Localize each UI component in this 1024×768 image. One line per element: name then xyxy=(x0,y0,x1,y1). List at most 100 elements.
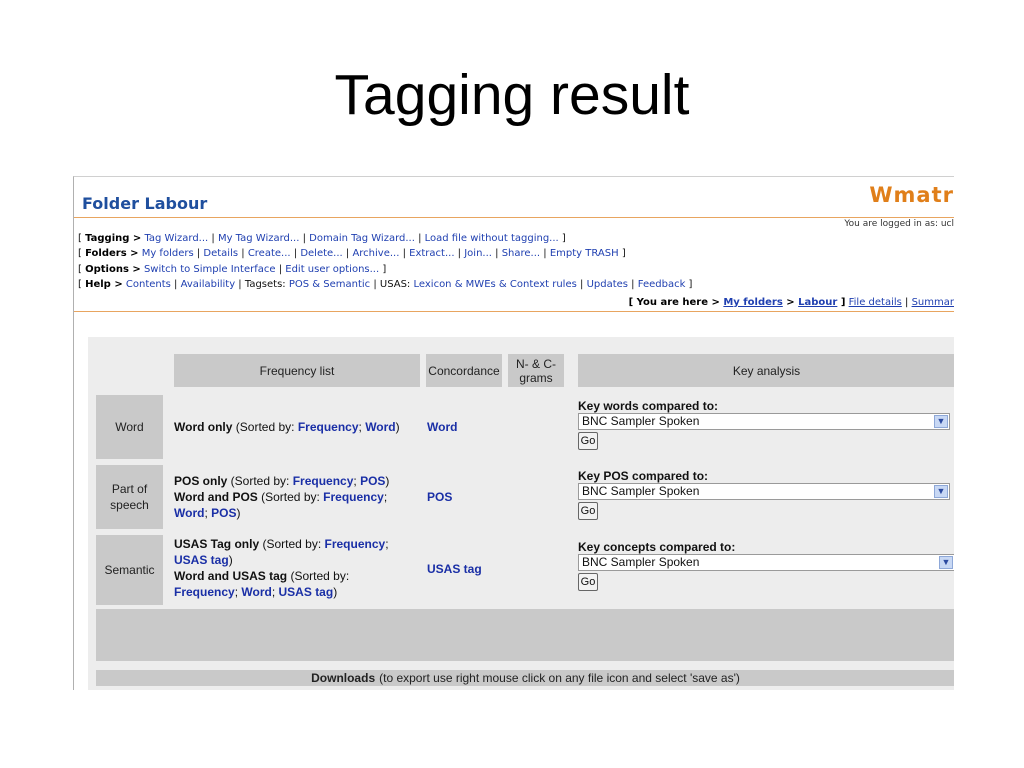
key-words-go-button[interactable]: Go xyxy=(578,432,598,450)
key-pos-label: Key POS compared to: xyxy=(578,469,709,483)
key-concepts-select[interactable]: BNC Sampler Spoken ▼ xyxy=(578,554,954,571)
freq-usas-tag-only[interactable]: USAS Tag only xyxy=(174,537,259,551)
freq-pos-line2: Word and POS (Sorted by: Frequency; Word… xyxy=(174,489,424,521)
menu-label-options: Options > xyxy=(85,263,141,275)
row-label-semantic: Semantic xyxy=(96,535,163,605)
breadcrumb-summary[interactable]: Summar xyxy=(912,297,954,308)
breadcrumb-sep: > xyxy=(786,297,795,308)
freq-semantic-cell: USAS Tag only (Sorted by: Frequency; USAS… xyxy=(174,536,424,600)
row-label-word: Word xyxy=(96,395,163,459)
freq-pos-only[interactable]: POS only xyxy=(174,474,227,488)
freq-word-and-pos[interactable]: Word and POS xyxy=(174,490,258,504)
key-pos-go-button[interactable]: Go xyxy=(578,502,598,520)
header-frequency-list: Frequency list xyxy=(174,354,420,387)
menu-tagsets[interactable]: POS & Semantic xyxy=(289,279,370,290)
menu-switch-interface[interactable]: Switch to Simple Interface xyxy=(144,264,276,275)
link-pos-frequency[interactable]: Frequency xyxy=(293,474,354,488)
freq-word-and-usas-tag[interactable]: Word and USAS tag xyxy=(174,569,287,583)
link-word-frequency[interactable]: Frequency xyxy=(298,420,359,434)
menu-usas[interactable]: Lexicon & MWEs & Context rules xyxy=(414,279,577,290)
sorted-by-text: (Sorted by: xyxy=(257,490,324,504)
tagsets-label: Tagsets: xyxy=(244,278,286,290)
link-wpos-pos[interactable]: POS xyxy=(211,506,236,520)
link-sem-frequency[interactable]: Frequency xyxy=(325,537,386,551)
menu-edit-user-options[interactable]: Edit user options... xyxy=(285,264,379,275)
link-sem-usas-tag[interactable]: USAS tag xyxy=(174,553,229,567)
menu-feedback[interactable]: Feedback xyxy=(638,279,686,290)
menu-share[interactable]: Share... xyxy=(502,248,540,259)
row-label-part-of-speech: Part of speech xyxy=(96,465,163,529)
main-menu: [ Tagging > Tag Wizard... | My Tag Wizar… xyxy=(78,231,692,292)
menu-delete[interactable]: Delete... xyxy=(300,248,342,259)
menu-divider xyxy=(74,311,954,312)
key-words-select[interactable]: BNC Sampler Spoken ▼ xyxy=(578,413,950,430)
sorted-by-text: (Sorted by: xyxy=(232,420,298,434)
menu-join[interactable]: Join... xyxy=(464,248,492,259)
menu-my-folders[interactable]: My folders xyxy=(142,248,194,259)
sorted-by-text: (Sorted by: xyxy=(259,537,325,551)
freq-sem-line2: Word and USAS tag (Sorted by: Frequency; … xyxy=(174,568,424,600)
separator: ; xyxy=(234,585,239,599)
breadcrumb-file-details[interactable]: File details xyxy=(849,297,902,308)
key-concepts-go-button[interactable]: Go xyxy=(578,573,598,591)
menu-my-tag-wizard[interactable]: My Tag Wizard... xyxy=(218,233,299,244)
menu-details[interactable]: Details xyxy=(203,248,238,259)
concordance-pos-link[interactable]: POS xyxy=(427,489,452,505)
menu-availability[interactable]: Availability xyxy=(181,279,236,290)
breadcrumb: [ You are here > My folders > Labour ] F… xyxy=(628,297,954,308)
freq-sem-line1: USAS Tag only (Sorted by: Frequency; USAS… xyxy=(174,536,424,568)
chevron-down-icon[interactable]: ▼ xyxy=(934,415,948,428)
close-paren: ) xyxy=(228,553,233,567)
menu-tag-wizard[interactable]: Tag Wizard... xyxy=(144,233,208,244)
freq-word-only[interactable]: Word only xyxy=(174,420,232,434)
close-paren: ) xyxy=(236,506,241,520)
link-pos-pos[interactable]: POS xyxy=(360,474,385,488)
key-concepts-label: Key concepts compared to: xyxy=(578,540,736,554)
slide-title: Tagging result xyxy=(334,63,690,127)
menu-line-options: [ Options > Switch to Simple Interface |… xyxy=(78,263,387,275)
menu-create[interactable]: Create... xyxy=(248,248,291,259)
concordance-usas-link[interactable]: USAS tag xyxy=(427,561,482,577)
key-pos-select[interactable]: BNC Sampler Spoken ▼ xyxy=(578,483,950,500)
folder-title: Folder Labour xyxy=(82,194,208,213)
close-paren: ) xyxy=(333,585,338,599)
select-value: BNC Sampler Spoken xyxy=(582,484,700,498)
breadcrumb-prefix: You are here > xyxy=(636,297,720,308)
menu-contents[interactable]: Contents xyxy=(126,279,171,290)
breadcrumb-labour[interactable]: Labour xyxy=(798,297,837,308)
select-value: BNC Sampler Spoken xyxy=(582,414,700,428)
downloads-label: Downloads xyxy=(311,671,376,685)
menu-domain-tag-wizard[interactable]: Domain Tag Wizard... xyxy=(309,233,415,244)
menu-empty-trash[interactable]: Empty TRASH xyxy=(550,248,619,259)
link-wsem-word[interactable]: Word xyxy=(241,585,271,599)
key-pos-block: Key POS compared to: BNC Sampler Spoken ▼… xyxy=(578,469,954,520)
brand-logo: Wmatr xyxy=(869,183,954,207)
logged-in-text: You are logged in as: ucl xyxy=(844,219,954,229)
menu-line-tagging: [ Tagging > Tag Wizard... | My Tag Wizar… xyxy=(78,233,566,244)
link-word-word[interactable]: Word xyxy=(365,420,395,434)
separator: ; xyxy=(383,490,388,504)
key-words-block: Key words compared to: BNC Sampler Spoke… xyxy=(578,399,954,450)
wmatrix-screenshot: Folder Labour Wmatr You are logged in as… xyxy=(73,176,954,690)
separator: ; xyxy=(385,537,389,551)
menu-load-file[interactable]: Load file without tagging... xyxy=(425,233,559,244)
menu-extract[interactable]: Extract... xyxy=(409,248,454,259)
menu-updates[interactable]: Updates xyxy=(587,279,628,290)
header-key-analysis: Key analysis xyxy=(578,354,954,387)
menu-line-folders: [ Folders > My folders | Details | Creat… xyxy=(78,248,626,260)
breadcrumb-my-folders[interactable]: My folders xyxy=(723,297,782,308)
concordance-word-link[interactable]: Word xyxy=(427,419,457,435)
link-wsem-usas-tag[interactable]: USAS tag xyxy=(279,585,334,599)
link-wpos-word[interactable]: Word xyxy=(174,506,204,520)
freq-pos-cell: POS only (Sorted by: Frequency; POS) Wor… xyxy=(174,473,424,521)
menu-label-help: Help > xyxy=(85,278,123,290)
chevron-down-icon[interactable]: ▼ xyxy=(939,556,953,569)
sorted-by-text: (Sorted by: xyxy=(227,474,293,488)
menu-line-help: [ Help > Contents | Availability | Tagse… xyxy=(78,278,693,290)
menu-archive[interactable]: Archive... xyxy=(352,248,399,259)
header-ngrams: N- & C-grams xyxy=(508,354,564,387)
chevron-down-icon[interactable]: ▼ xyxy=(934,485,948,498)
link-wsem-frequency[interactable]: Frequency xyxy=(174,585,235,599)
key-words-label: Key words compared to: xyxy=(578,399,719,413)
link-wpos-frequency[interactable]: Frequency xyxy=(323,490,384,504)
